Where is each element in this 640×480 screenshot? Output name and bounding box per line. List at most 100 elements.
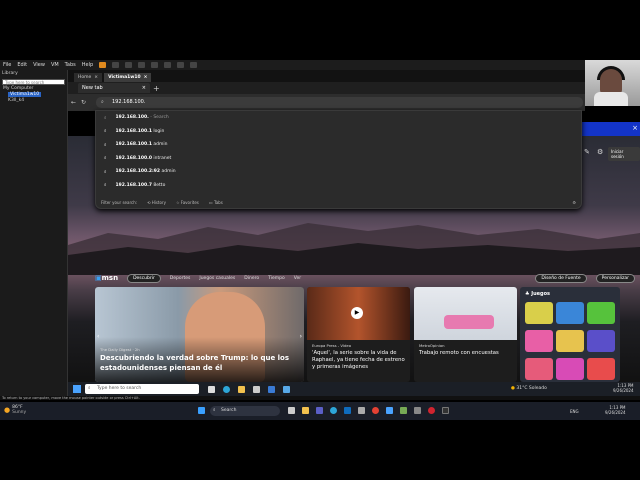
new-tab-icon[interactable]: + [153, 84, 160, 93]
guest-clock[interactable]: 1:13 PM 9/26/2024 [613, 383, 634, 393]
explorer-icon[interactable] [238, 385, 245, 393]
menu-view[interactable]: View [33, 62, 45, 68]
vm-tab-victima[interactable]: Victima1w10 × [104, 73, 152, 82]
game-tile[interactable] [556, 358, 584, 380]
edit-icon[interactable]: ✎ [584, 148, 590, 156]
mountain-silhouette [68, 223, 640, 275]
filter-history[interactable]: ⟲ History [147, 200, 166, 205]
refresh-icon[interactable]: ↻ [81, 99, 86, 106]
game-tile[interactable] [525, 302, 553, 324]
close-icon[interactable]: × [94, 75, 98, 80]
nav-dinero[interactable]: Dinero [244, 276, 259, 281]
host-clock[interactable]: 1:13 PM 9/26/2024 [605, 405, 626, 415]
filter-label: Filter your search: [101, 200, 138, 205]
photos-icon[interactable] [283, 385, 290, 393]
host-weather[interactable]: ● 86°F Sunny [4, 405, 26, 415]
filter-tabs[interactable]: ▭ Tabs [209, 200, 223, 205]
card-title[interactable]: Descubriendo la verdad sobre Trump: lo q… [100, 353, 300, 373]
vm-tab-home[interactable]: Home × [74, 73, 103, 82]
suggestion-item[interactable]: ⌕ 192.168.100.1 admin [96, 138, 581, 152]
settings-icon[interactable]: ⚙ [572, 200, 576, 205]
host-lang[interactable]: ENG [570, 409, 579, 414]
menu-tabs[interactable]: Tabs [65, 62, 76, 68]
store-icon[interactable] [253, 385, 260, 393]
task-view-icon[interactable] [288, 407, 295, 414]
guest-search-input[interactable]: ⌕ Type here to search [85, 384, 199, 394]
edge-tabbar: New tab × + [68, 82, 585, 94]
guest-weather[interactable]: ● 31°C Soleado [511, 386, 547, 391]
msn-logo[interactable]: ▣msn [95, 274, 118, 282]
host-search-input[interactable]: ⌕ Search [210, 406, 280, 416]
close-icon[interactable]: × [144, 75, 148, 80]
task-view-icon[interactable] [208, 385, 215, 393]
suggestion-item[interactable]: ⌕ 192.168.100.7 8etto [96, 179, 581, 193]
nav-ver[interactable]: Ver [294, 276, 301, 281]
game-tile[interactable] [556, 330, 584, 352]
mail-icon[interactable] [344, 407, 351, 414]
close-banner-icon[interactable]: × [632, 124, 638, 132]
console-view-icon[interactable] [177, 62, 185, 68]
game-tile[interactable] [587, 358, 615, 380]
menu-edit[interactable]: Edit [17, 62, 27, 68]
game-tile[interactable] [525, 358, 553, 380]
store-icon[interactable] [358, 407, 365, 414]
news-card-main[interactable]: The Daily Digest · 2h Descubriendo la ve… [95, 287, 304, 382]
settings-icon[interactable]: ⚙ [597, 148, 603, 156]
address-bar[interactable]: ⌕ 192.168.100. [96, 97, 583, 108]
nav-descubrir[interactable]: Descubrir [127, 273, 161, 283]
teams-icon[interactable] [316, 407, 323, 414]
nav-juegos[interactable]: Juegos casuales [199, 276, 235, 281]
game-tile[interactable] [587, 330, 615, 352]
nav-deportes[interactable]: Deportes [170, 276, 191, 281]
suggestion-item[interactable]: ⌕ 192.168.100.0 intranet [96, 152, 581, 166]
next-icon[interactable]: › [300, 333, 302, 340]
close-tab-icon[interactable]: × [142, 85, 146, 91]
tree-item-victima[interactable]: Victima1w10 [8, 92, 42, 97]
nav-tiempo[interactable]: Tiempo [268, 276, 285, 281]
stretch-icon[interactable] [190, 62, 198, 68]
opera-icon[interactable] [428, 407, 435, 414]
card-title[interactable]: 'Aquel', la serie sobre la vida de Rapha… [312, 350, 407, 371]
menu-help[interactable]: Help [82, 62, 93, 68]
theme-button[interactable]: Diseño de Fuente [535, 273, 587, 283]
vmware-icon[interactable] [400, 407, 407, 414]
snapshot-icon[interactable] [112, 62, 120, 68]
library-search-input[interactable]: Type here to search [2, 79, 65, 85]
app-icon[interactable] [414, 407, 421, 414]
signin-button[interactable]: Iniciar sesión [608, 147, 640, 161]
suggestion-item[interactable]: ⌕ 192.168.100.2:92 admin [96, 165, 581, 179]
edge-tab-newtab[interactable]: New tab × [78, 83, 150, 93]
fullscreen-icon[interactable] [151, 62, 159, 68]
prev-icon[interactable]: ‹ [97, 333, 99, 340]
back-icon[interactable]: ← [71, 99, 76, 106]
news-card-remote[interactable]: MetroOpinion Trabajo remoto con encuesta… [414, 287, 517, 382]
menu-vm[interactable]: VM [51, 62, 59, 68]
game-tile[interactable] [556, 302, 584, 324]
filter-favorites[interactable]: ☆ Favorites [176, 200, 199, 205]
suggestion-item[interactable]: ⌕ 192.168.100.1 login [96, 125, 581, 139]
windows-start-icon[interactable] [73, 385, 81, 393]
windows-start-icon[interactable] [198, 407, 205, 414]
photos-icon[interactable] [386, 407, 393, 414]
explorer-icon[interactable] [302, 407, 309, 414]
personalize-button[interactable]: Personalizar [595, 273, 635, 283]
card-title[interactable]: Trabajo remoto con encuestas [419, 350, 514, 357]
manage-snapshots-icon[interactable] [138, 62, 146, 68]
edge-icon[interactable] [330, 407, 337, 414]
unity-icon[interactable] [164, 62, 172, 68]
revert-icon[interactable] [125, 62, 133, 68]
terminal-icon[interactable] [442, 407, 449, 414]
game-tile[interactable] [587, 302, 615, 324]
edge-icon[interactable] [223, 385, 230, 393]
library-tree: My Computer Victima1w10 K3lI_k4 [0, 86, 67, 104]
news-card-video[interactable]: ▶ Europa Press - Vídeo 'Aquel', la serie… [307, 287, 410, 382]
pause-icon[interactable] [99, 62, 107, 68]
menu-file[interactable]: File [3, 62, 11, 68]
tree-item-kali[interactable]: K3lI_k4 [3, 98, 67, 104]
game-tile[interactable] [525, 330, 553, 352]
suggestion-item[interactable]: ⌕ 192.168.100. - Search [96, 111, 581, 125]
chrome-icon[interactable] [372, 407, 379, 414]
play-icon[interactable]: ▶ [351, 307, 363, 319]
address-input[interactable]: 192.168.100. [112, 99, 145, 105]
mail-icon[interactable] [268, 385, 275, 393]
